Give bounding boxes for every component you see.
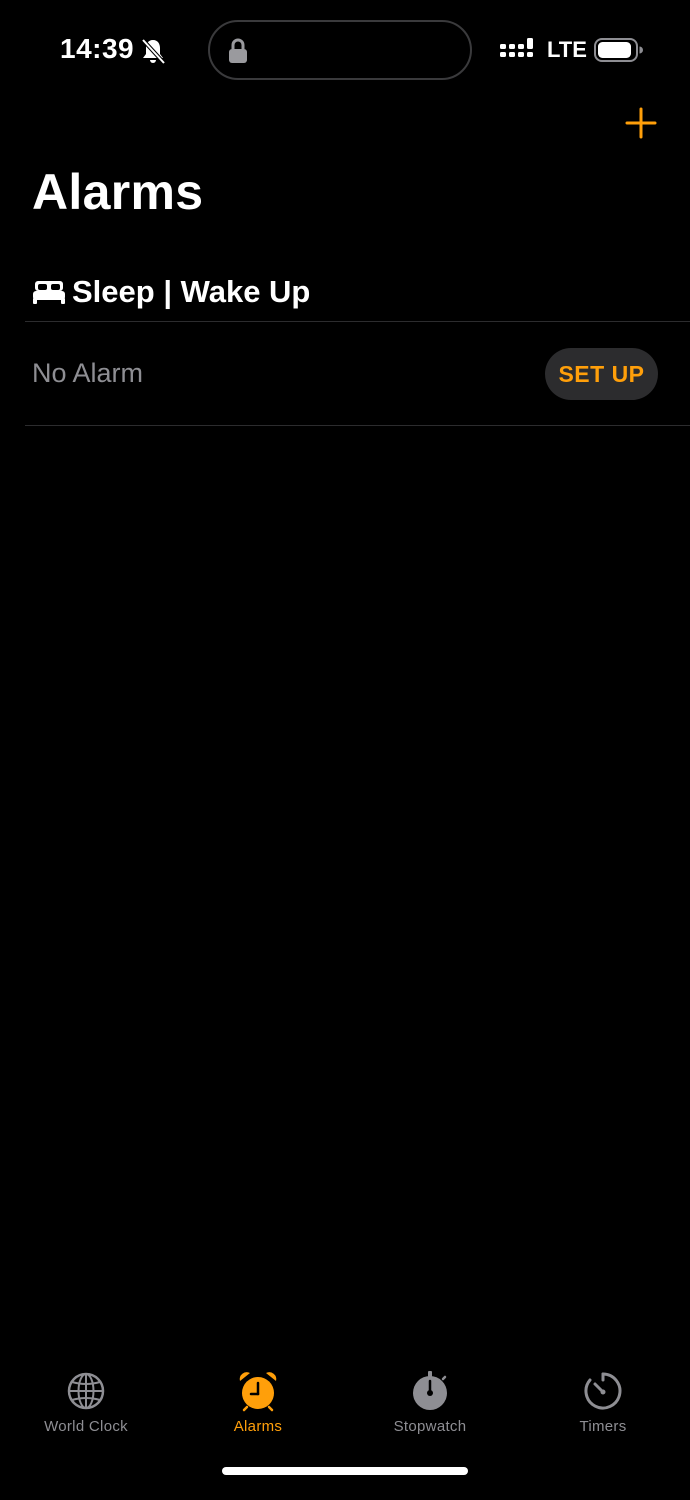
battery-icon — [594, 38, 643, 62]
network-type: LTE — [547, 37, 587, 62]
sleep-section-label: Sleep | Wake Up — [72, 274, 311, 309]
tab-bar: World Clock Alarms Stopwatch Timers — [0, 1370, 690, 1460]
tab-label: Stopwatch — [393, 1418, 467, 1435]
page-title: Alarms — [32, 164, 204, 220]
no-alarm-label: No Alarm — [32, 358, 144, 388]
setup-button[interactable]: SET UP — [545, 348, 658, 400]
tab-label: Alarms — [233, 1418, 283, 1435]
sleep-alarm-row[interactable]: No Alarm SET UP — [0, 322, 690, 425]
lock-icon — [229, 38, 247, 63]
sleep-section-header: Sleep | Wake Up — [32, 270, 310, 314]
tab-alarms[interactable]: Alarms — [172, 1370, 344, 1450]
tab-label: World Clock — [44, 1418, 128, 1435]
home-indicator[interactable] — [222, 1467, 468, 1475]
divider — [25, 425, 690, 426]
stopwatch-icon — [413, 1371, 447, 1410]
globe-icon — [67, 1372, 105, 1410]
add-alarm-button[interactable] — [622, 104, 660, 142]
tab-timers[interactable]: Timers — [517, 1370, 689, 1450]
tab-world-clock[interactable]: World Clock — [0, 1370, 172, 1450]
bell-slash-icon — [141, 38, 166, 65]
tab-label: Timers — [579, 1418, 627, 1435]
bed-icon — [33, 281, 65, 304]
tab-stopwatch[interactable]: Stopwatch — [344, 1370, 516, 1450]
timer-icon — [584, 1372, 622, 1410]
alarm-clock-icon — [239, 1372, 277, 1412]
signal-icon — [500, 38, 533, 57]
status-time: 14:39 — [60, 33, 135, 64]
